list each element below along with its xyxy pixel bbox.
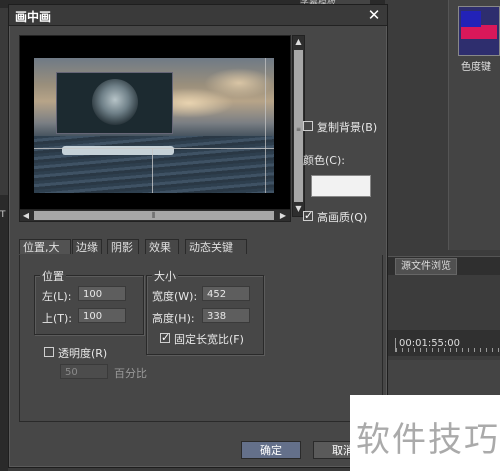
vertical-scroll-thumb[interactable]: ≡: [294, 50, 303, 202]
copy-background-label: 复制背景(B): [317, 121, 378, 134]
width-input[interactable]: 452: [202, 286, 250, 301]
guide-line: [34, 148, 274, 149]
left-input[interactable]: 100: [78, 286, 126, 301]
height-label: 高度(H):: [152, 312, 195, 325]
keep-ratio-label: 固定长宽比(F): [174, 333, 244, 346]
pip-overlay-box[interactable]: [56, 72, 173, 134]
chroma-key-label: 色度键: [461, 62, 491, 73]
preview-sea: [34, 136, 274, 193]
position-group-title: 位置: [40, 268, 66, 284]
scroll-right-icon[interactable]: ▶: [277, 210, 289, 221]
close-icon[interactable]: ✕: [365, 6, 383, 24]
pip-dialog: 画中画 ✕ ▲ ≡ ▼ ◀ ⦀ ▶ 复制背景(B) 颜色(C): ✓ 高画质(Q…: [8, 4, 388, 468]
horizontal-scroll-thumb[interactable]: ⦀: [34, 211, 274, 220]
copy-background-checkbox[interactable]: [303, 121, 313, 131]
tab-position-size[interactable]: 位置,大小: [19, 239, 71, 269]
preview-canvas[interactable]: [19, 35, 291, 217]
ok-button[interactable]: 确定: [241, 441, 301, 459]
tab-effect[interactable]: 效果: [145, 239, 179, 254]
preview-horizontal-scrollbar[interactable]: ◀ ⦀ ▶: [19, 209, 291, 222]
timeline-track: [385, 360, 500, 400]
high-quality-label: 高画质(Q): [317, 211, 368, 224]
watermark-text: 软件技巧: [356, 420, 500, 460]
color-label: 颜色(C):: [303, 154, 345, 167]
scroll-left-icon[interactable]: ◀: [20, 210, 32, 221]
grip-icon: ≡: [296, 126, 302, 133]
high-quality-checkbox[interactable]: [303, 209, 313, 222]
keep-ratio-checkbox[interactable]: [160, 331, 170, 344]
guide-line: [152, 148, 153, 193]
chroma-key-thumbnail[interactable]: [458, 6, 500, 56]
width-label: 宽度(W):: [152, 290, 198, 303]
left-label: 左(L):: [42, 290, 72, 303]
tab-edge[interactable]: 边缘: [72, 239, 102, 254]
scroll-up-icon[interactable]: ▲: [293, 36, 304, 48]
left-strip-label: T: [0, 210, 6, 220]
editor-left-strip: [0, 195, 8, 471]
preview-image: [34, 58, 274, 193]
thumbnail-blue-block: [461, 11, 481, 27]
transparency-input[interactable]: 50: [60, 364, 108, 379]
tab-source-browser[interactable]: 源文件浏览: [395, 258, 457, 275]
tab-keyframes[interactable]: 动态关键帧: [185, 239, 247, 269]
position-group: [34, 275, 144, 335]
guide-line: [265, 58, 266, 193]
color-swatch[interactable]: [311, 175, 371, 197]
pip-tiger-image: [92, 79, 138, 125]
tab-shadow[interactable]: 阴影: [107, 239, 139, 254]
preview-cloud: [204, 68, 274, 98]
top-label: 上(T):: [42, 312, 73, 325]
height-input[interactable]: 338: [202, 308, 250, 323]
settings-tabs: 位置,大小 边缘 阴影 效果 动态关键帧: [19, 239, 379, 269]
top-input[interactable]: 100: [78, 308, 126, 323]
tab-panel: 位置 左(L): 100 上(T): 100 大小 宽度(W): 452 高度(…: [19, 255, 383, 422]
dialog-titlebar[interactable]: 画中画 ✕: [9, 5, 387, 26]
transparency-checkbox[interactable]: [44, 347, 54, 357]
grip-icon: ⦀: [152, 211, 156, 220]
transparency-label: 透明度(R): [58, 347, 108, 360]
transparency-unit: 百分比: [114, 367, 147, 380]
size-group-title: 大小: [152, 268, 178, 284]
thumbnail-red-block: [461, 25, 497, 39]
dialog-title: 画中画: [15, 10, 52, 24]
timeline-timecode: 00:01:55:00: [395, 338, 500, 352]
